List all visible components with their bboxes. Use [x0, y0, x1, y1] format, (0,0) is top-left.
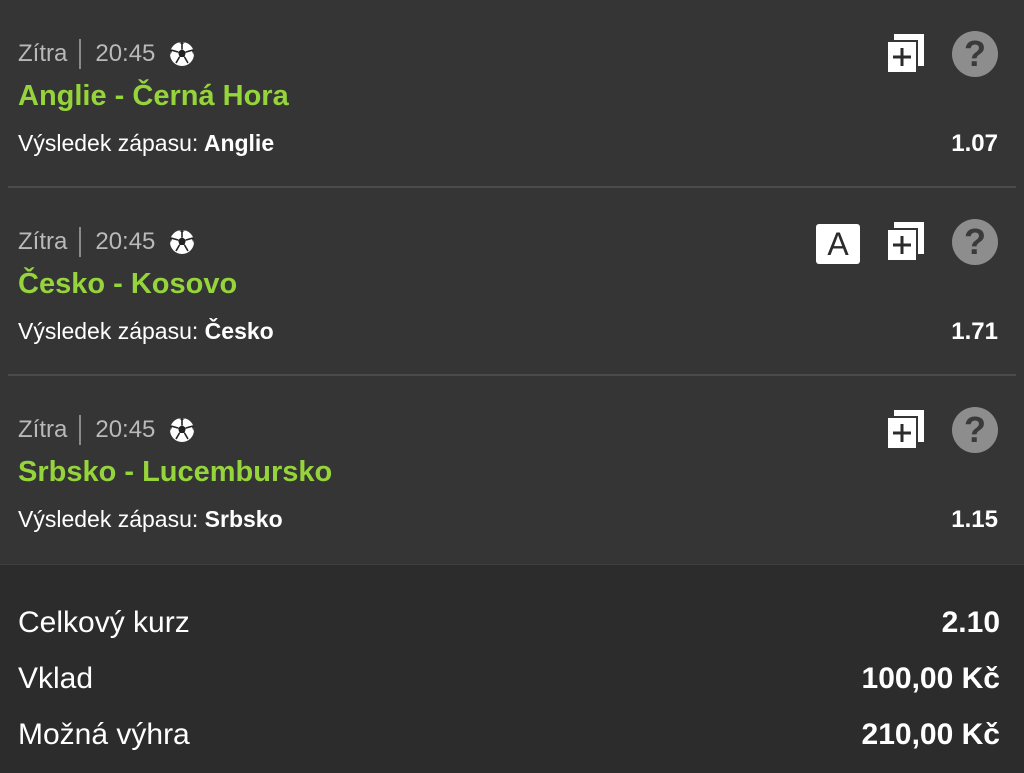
meta-divider [79, 39, 82, 69]
match-name[interactable]: Anglie - Černá Hora [18, 80, 289, 113]
bet-selection: Výsledek zápasu: Česko [18, 318, 274, 345]
soccer-ball-icon [170, 42, 195, 66]
bet-time: 20:45 [95, 40, 156, 67]
bet-meta: Zítra 20:45 [18, 226, 195, 258]
bet-list: Zítra 20:45 ? Anglie - Černá Hora Výsled… [0, 0, 1024, 564]
add-to-slip-icon [886, 34, 924, 74]
bet-selection: Výsledek zápasu: Anglie [18, 130, 274, 157]
bet-actions: ? [860, 406, 998, 454]
add-to-slip-button[interactable] [882, 218, 930, 266]
market-label: Výsledek zápasu: [18, 130, 199, 156]
stake-label: Vklad [18, 662, 94, 695]
bet-odds: 1.71 [951, 318, 998, 345]
bet-time: 20:45 [95, 228, 156, 255]
bet-day: Zítra [18, 416, 68, 443]
meta-divider [79, 415, 82, 445]
help-button[interactable]: ? [952, 219, 998, 265]
bet-actions: ? [860, 30, 998, 78]
market-label: Výsledek zápasu: [18, 506, 199, 532]
bet-meta: Zítra 20:45 [18, 38, 195, 70]
bet-item: Zítra 20:45 A ? Česko - Kosovo Výsledek … [0, 188, 1024, 376]
bet-time: 20:45 [95, 416, 156, 443]
possible-win-value: 210,00 Kč [861, 718, 1000, 751]
bet-item: Zítra 20:45 [0, 376, 1024, 564]
pick-label: Česko [204, 318, 274, 344]
bet-day: Zítra [18, 228, 68, 255]
soccer-ball-icon [170, 230, 195, 254]
slip-summary: Celkový kurz 2.10 Vklad 100,00 Kč Možná … [0, 564, 1024, 773]
bet-slip: Zítra 20:45 ? Anglie - Černá Hora Výsled… [0, 0, 1024, 773]
possible-win-row: Možná výhra 210,00 Kč [18, 715, 1000, 755]
soccer-ball-icon [170, 418, 195, 442]
stake-value[interactable]: 100,00 Kč [862, 662, 1000, 696]
bet-actions: A ? [794, 218, 998, 266]
meta-divider [79, 227, 82, 257]
possible-win-label: Možná výhra [18, 718, 190, 751]
total-odds-label: Celkový kurz [18, 606, 190, 639]
help-button[interactable]: ? [952, 407, 998, 453]
help-button[interactable]: ? [952, 31, 998, 77]
match-name[interactable]: Česko - Kosovo [18, 268, 237, 301]
bet-meta: Zítra 20:45 [18, 414, 195, 446]
add-to-slip-button[interactable] [882, 30, 930, 78]
stake-row: Vklad 100,00 Kč [18, 659, 1000, 699]
add-to-slip-button[interactable] [882, 406, 930, 454]
match-name[interactable]: Srbsko - Lucembursko [18, 456, 332, 489]
bet-odds: 1.07 [951, 130, 998, 157]
bet-selection: Výsledek zápasu: Srbsko [18, 506, 283, 533]
add-to-slip-icon [886, 222, 924, 262]
bet-item: Zítra 20:45 [0, 0, 1024, 188]
bet-odds: 1.15 [951, 506, 998, 533]
help-icon: ? [964, 33, 986, 74]
help-icon: ? [964, 221, 986, 262]
bet-day: Zítra [18, 40, 68, 67]
market-label: Výsledek zápasu: [18, 318, 199, 344]
help-icon: ? [964, 409, 986, 450]
pick-label: Srbsko [204, 506, 283, 532]
total-odds-value: 2.10 [941, 606, 1000, 639]
total-odds-row: Celkový kurz 2.10 [18, 603, 1000, 643]
live-badge: A [816, 224, 860, 264]
add-to-slip-icon [886, 410, 924, 450]
pick-label: Anglie [203, 130, 275, 156]
